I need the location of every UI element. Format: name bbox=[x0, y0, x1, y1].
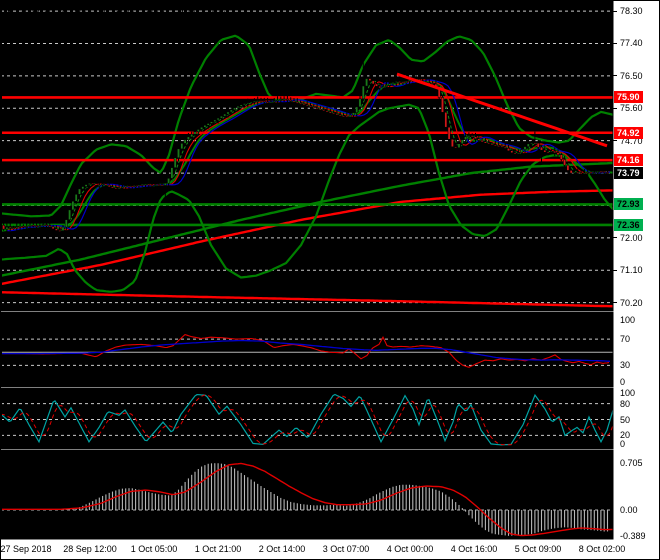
chart-title: ▼ CRUDE_X18.e,H1 73.76 73.80 73.76 73.79 bbox=[5, 4, 229, 16]
time-axis-label: 2 Oct 14:00 bbox=[258, 544, 306, 554]
time-axis-label: 5 Oct 09:00 bbox=[514, 544, 562, 554]
rsi-indicator-label: RSI(14) 34.3915 ->MA(18) 36.1789 bbox=[5, 314, 163, 325]
time-axis[interactable]: 27 Sep 2018 28 Sep 12:00 1 Oct 05:00 1 Oct … bbox=[0, 540, 659, 559]
price-tick-label: 76.50 bbox=[620, 70, 643, 81]
rsi-scale-label: 70 bbox=[620, 334, 631, 345]
rsi-scale-label: 30 bbox=[620, 360, 631, 371]
price-tick bbox=[613, 302, 617, 304]
price-line-badge-74.92: 74.92 bbox=[614, 126, 643, 139]
time-axis-label: 3 Oct 07:00 bbox=[322, 544, 370, 554]
time-axis-label: 1 Oct 21:00 bbox=[194, 544, 242, 554]
rsi-scale-label: 0 bbox=[620, 377, 626, 387]
chart-canvas[interactable] bbox=[1, 1, 660, 560]
chart-menu-arrow-icon[interactable]: ▼ bbox=[5, 6, 13, 15]
stoch-scale-label: 80 bbox=[620, 398, 631, 409]
price-tick bbox=[613, 140, 617, 142]
ohlc-values: 73.76 73.80 73.76 73.79 bbox=[110, 4, 230, 16]
price-tick-label: 71.10 bbox=[620, 265, 643, 276]
price-tick bbox=[613, 237, 617, 239]
price-tick-label: 77.40 bbox=[620, 38, 643, 49]
macd-scale-label: 0.705 bbox=[620, 458, 643, 469]
price-tick-label: 78.30 bbox=[620, 6, 643, 17]
time-axis-label: 4 Oct 00:00 bbox=[386, 544, 434, 554]
price-axis[interactable]: 78.30 77.40 76.50 75.60 74.70 72.00 71.10 70.20… bbox=[613, 1, 659, 541]
price-line-badge-72.36: 72.36 bbox=[614, 218, 643, 231]
price-tick bbox=[613, 269, 617, 271]
time-axis-label: 4 Oct 16:00 bbox=[450, 544, 498, 554]
price-tick bbox=[613, 42, 617, 44]
price-line-badge-75.90: 75.90 bbox=[614, 91, 643, 104]
macd-scale-label: 0.00 bbox=[620, 505, 638, 515]
stoch-scale-label: 0 bbox=[620, 439, 626, 449]
time-axis-label: 28 Sep 12:00 bbox=[63, 544, 117, 554]
stoch-scale-label: 50 bbox=[620, 414, 631, 425]
stoch-scale-label: 100 bbox=[620, 388, 636, 398]
price-tick-label: 75.60 bbox=[620, 103, 643, 114]
stoch-indicator-label: Stoch(5,3,3) 67.8571 42.9162 bbox=[5, 390, 138, 401]
price-tick bbox=[613, 107, 617, 109]
macd-indicator-label: MACD(12,26,9) -0.317 -0.291 bbox=[5, 453, 137, 464]
price-tick-label: 72.00 bbox=[620, 232, 643, 243]
price-tick bbox=[613, 10, 617, 12]
price-tick bbox=[613, 75, 617, 77]
time-axis-label: 1 Oct 05:00 bbox=[130, 544, 178, 554]
price-tick-label: 70.20 bbox=[620, 297, 643, 308]
symbol-period-label: CRUDE_X18.e,H1 bbox=[15, 4, 108, 16]
price-line-badge-72.93: 72.93 bbox=[614, 198, 643, 211]
price-line-badge-74.16: 74.16 bbox=[614, 154, 643, 167]
price-line-badge-73.79: 73.79 bbox=[614, 167, 643, 180]
time-axis-label: 27 Sep 2018 bbox=[0, 544, 52, 554]
rsi-scale-label: 100 bbox=[620, 314, 636, 325]
chart-window: ▼ CRUDE_X18.e,H1 73.76 73.80 73.76 73.79 … bbox=[0, 0, 660, 560]
time-axis-label: 8 Oct 02:00 bbox=[578, 544, 626, 554]
